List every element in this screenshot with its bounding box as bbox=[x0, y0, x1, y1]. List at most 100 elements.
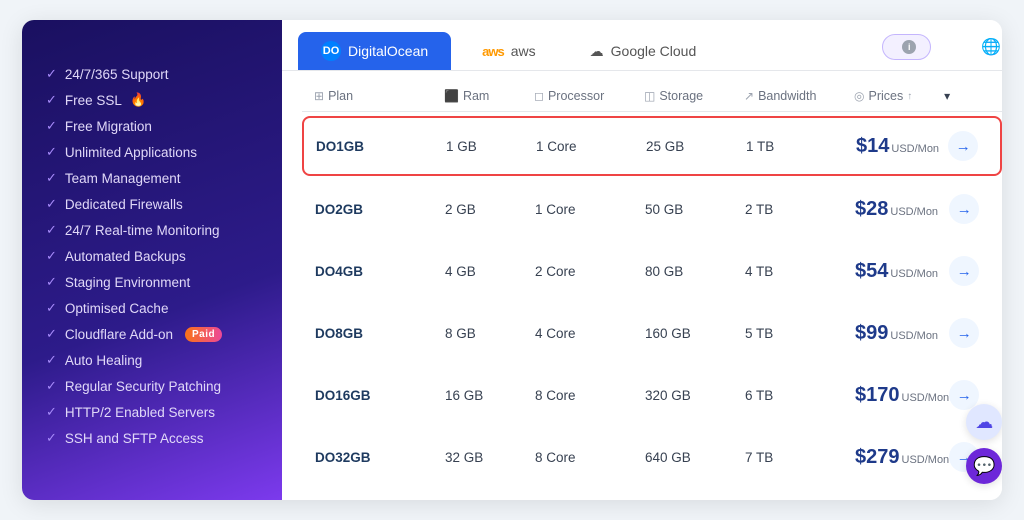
price-unit: USD/Mon bbox=[902, 392, 950, 404]
plan-name: DO1GB bbox=[316, 139, 446, 154]
processor-value: 8 Core bbox=[535, 450, 645, 465]
bandwidth-value: 6 TB bbox=[745, 388, 855, 403]
feature-list-item: ✓ Optimised Cache bbox=[46, 300, 258, 316]
check-icon: ✓ bbox=[46, 326, 57, 342]
check-icon: ✓ bbox=[46, 352, 57, 368]
feature-list-item: ✓ 24/7/365 Support bbox=[46, 66, 258, 82]
provider-tab-label: DigitalOcean bbox=[348, 43, 428, 59]
check-icon: ✓ bbox=[46, 404, 57, 420]
price-unit: USD/Mon bbox=[891, 143, 939, 155]
feature-label: Dedicated Firewalls bbox=[65, 197, 183, 212]
price-cell: $170 USD/Mon bbox=[855, 384, 949, 407]
select-plan-button[interactable]: → bbox=[949, 256, 979, 286]
processor-value: 1 Core bbox=[535, 202, 645, 217]
feature-list-item: ✓ SSH and SFTP Access bbox=[46, 430, 258, 446]
storage-col-icon: ◫ bbox=[644, 89, 655, 103]
plan-col-icon: ⊞ bbox=[314, 89, 324, 103]
price-unit: USD/Mon bbox=[890, 206, 938, 218]
storage-value: 320 GB bbox=[645, 388, 745, 403]
check-icon: ✓ bbox=[46, 66, 57, 82]
digitalocean-icon: DO bbox=[321, 41, 341, 61]
feature-list-item: ✓ Automated Backups bbox=[46, 248, 258, 264]
chevron-down-icon: ▾ bbox=[944, 89, 950, 103]
price-main: $14 bbox=[856, 135, 889, 158]
check-icon: ✓ bbox=[46, 118, 57, 134]
period-selector[interactable]: ▾ bbox=[941, 89, 950, 103]
prices-col-icon: ◎ bbox=[854, 89, 864, 103]
table-row[interactable]: DO16GB 16 GB 8 Core 320 GB 6 TB $170 USD… bbox=[302, 366, 1002, 424]
feature-label: SSH and SFTP Access bbox=[65, 431, 204, 446]
globe-icon: 🌐 bbox=[981, 37, 1001, 57]
table-row[interactable]: DO4GB 4 GB 2 Core 80 GB 4 TB $54 USD/Mon… bbox=[302, 242, 1002, 300]
feature-list-item: ✓ Auto Healing bbox=[46, 352, 258, 368]
feature-label: Team Management bbox=[65, 171, 181, 186]
table-row[interactable]: DO32GB 32 GB 8 Core 640 GB 7 TB $279 USD… bbox=[302, 428, 1002, 486]
provider-tab-label: aws bbox=[511, 43, 536, 59]
price-cell: $14 USD/Mon bbox=[856, 135, 948, 158]
select-plan-button[interactable]: → bbox=[948, 131, 978, 161]
feature-label: 24/7/365 Support bbox=[65, 67, 169, 82]
price-unit: USD/Mon bbox=[902, 454, 950, 466]
check-icon: ✓ bbox=[46, 378, 57, 394]
price-unit: USD/Mon bbox=[890, 330, 938, 342]
feature-list-item: ✓ Dedicated Firewalls bbox=[46, 196, 258, 212]
processor-value: 2 Core bbox=[535, 264, 645, 279]
premium-pill[interactable]: i bbox=[882, 34, 931, 60]
ram-value: 32 GB bbox=[445, 450, 535, 465]
feature-list-item: ✓ Regular Security Patching bbox=[46, 378, 258, 394]
col-prices[interactable]: ◎ Prices ↑ ▾ bbox=[854, 89, 950, 103]
check-icon: ✓ bbox=[46, 430, 57, 446]
plan-rows: DO1GB 1 GB 1 Core 25 GB 1 TB $14 USD/Mon… bbox=[302, 116, 1002, 486]
col-ram: ⬛ Ram bbox=[444, 89, 534, 103]
processor-value: 8 Core bbox=[535, 388, 645, 403]
table-row[interactable]: DO1GB 1 GB 1 Core 25 GB 1 TB $14 USD/Mon… bbox=[302, 116, 1002, 176]
plan-name: DO16GB bbox=[315, 388, 445, 403]
feature-label: Regular Security Patching bbox=[65, 379, 221, 394]
plan-name: DO32GB bbox=[315, 450, 445, 465]
feature-label: Staging Environment bbox=[65, 275, 190, 290]
price-cell: $279 USD/Mon bbox=[855, 446, 949, 469]
bandwidth-value: 5 TB bbox=[745, 326, 855, 341]
table-row[interactable]: DO2GB 2 GB 1 Core 50 GB 2 TB $28 USD/Mon… bbox=[302, 180, 1002, 238]
provider-tab-aws[interactable]: awsaws bbox=[459, 34, 558, 68]
feature-label: Cloudflare Add-on bbox=[65, 327, 173, 342]
feature-list-item: ✓ Free Migration bbox=[46, 118, 258, 134]
col-processor: ◻ Processor bbox=[534, 89, 644, 103]
check-icon: ✓ bbox=[46, 248, 57, 264]
sort-icon: ↑ bbox=[907, 91, 912, 102]
price-cell: $28 USD/Mon bbox=[855, 198, 949, 221]
table-area: ⊞ Plan ⬛ Ram ◻ Processor ◫ Storage ↗ B bbox=[282, 71, 1002, 500]
storage-value: 160 GB bbox=[645, 326, 745, 341]
provider-tab-googlecloud[interactable]: ☁Google Cloud bbox=[567, 34, 720, 69]
table-row[interactable]: DO8GB 8 GB 4 Core 160 GB 5 TB $99 USD/Mo… bbox=[302, 304, 1002, 362]
cloud-icon-button[interactable]: ☁ bbox=[966, 404, 1002, 440]
ram-value: 4 GB bbox=[445, 264, 535, 279]
processor-value: 1 Core bbox=[536, 139, 646, 154]
bandwidth-col-icon: ↗ bbox=[744, 89, 754, 103]
bandwidth-value: 4 TB bbox=[745, 264, 855, 279]
price-cell: $54 USD/Mon bbox=[855, 260, 949, 283]
ram-value: 16 GB bbox=[445, 388, 535, 403]
select-plan-button[interactable]: → bbox=[949, 194, 979, 224]
processor-col-icon: ◻ bbox=[534, 89, 544, 103]
feature-list: ✓ 24/7/365 Support ✓ Free SSL 🔥 ✓ Free M… bbox=[46, 66, 258, 446]
aws-icon: aws bbox=[482, 44, 504, 59]
datacenter-button[interactable]: 🌐 bbox=[981, 37, 1002, 57]
ram-value: 1 GB bbox=[446, 139, 536, 154]
bandwidth-value: 1 TB bbox=[746, 139, 856, 154]
feature-label: Automated Backups bbox=[65, 249, 186, 264]
col-bandwidth: ↗ Bandwidth bbox=[744, 89, 854, 103]
feature-label: Unlimited Applications bbox=[65, 145, 197, 160]
chat-icon-button[interactable]: 💬 bbox=[966, 448, 1002, 484]
standard-pill[interactable] bbox=[941, 41, 971, 53]
select-plan-button[interactable]: → bbox=[949, 318, 979, 348]
provider-tab-digitalocean[interactable]: DO DigitalOcean bbox=[298, 32, 451, 70]
fire-icon: 🔥 bbox=[130, 92, 146, 108]
feature-list-item: ✓ Team Management bbox=[46, 170, 258, 186]
feature-list-item: ✓ HTTP/2 Enabled Servers bbox=[46, 404, 258, 420]
check-icon: ✓ bbox=[46, 92, 57, 108]
table-header: ⊞ Plan ⬛ Ram ◻ Processor ◫ Storage ↗ B bbox=[302, 81, 1002, 112]
ram-value: 8 GB bbox=[445, 326, 535, 341]
storage-value: 25 GB bbox=[646, 139, 746, 154]
provider-tab-label: Google Cloud bbox=[611, 43, 697, 59]
